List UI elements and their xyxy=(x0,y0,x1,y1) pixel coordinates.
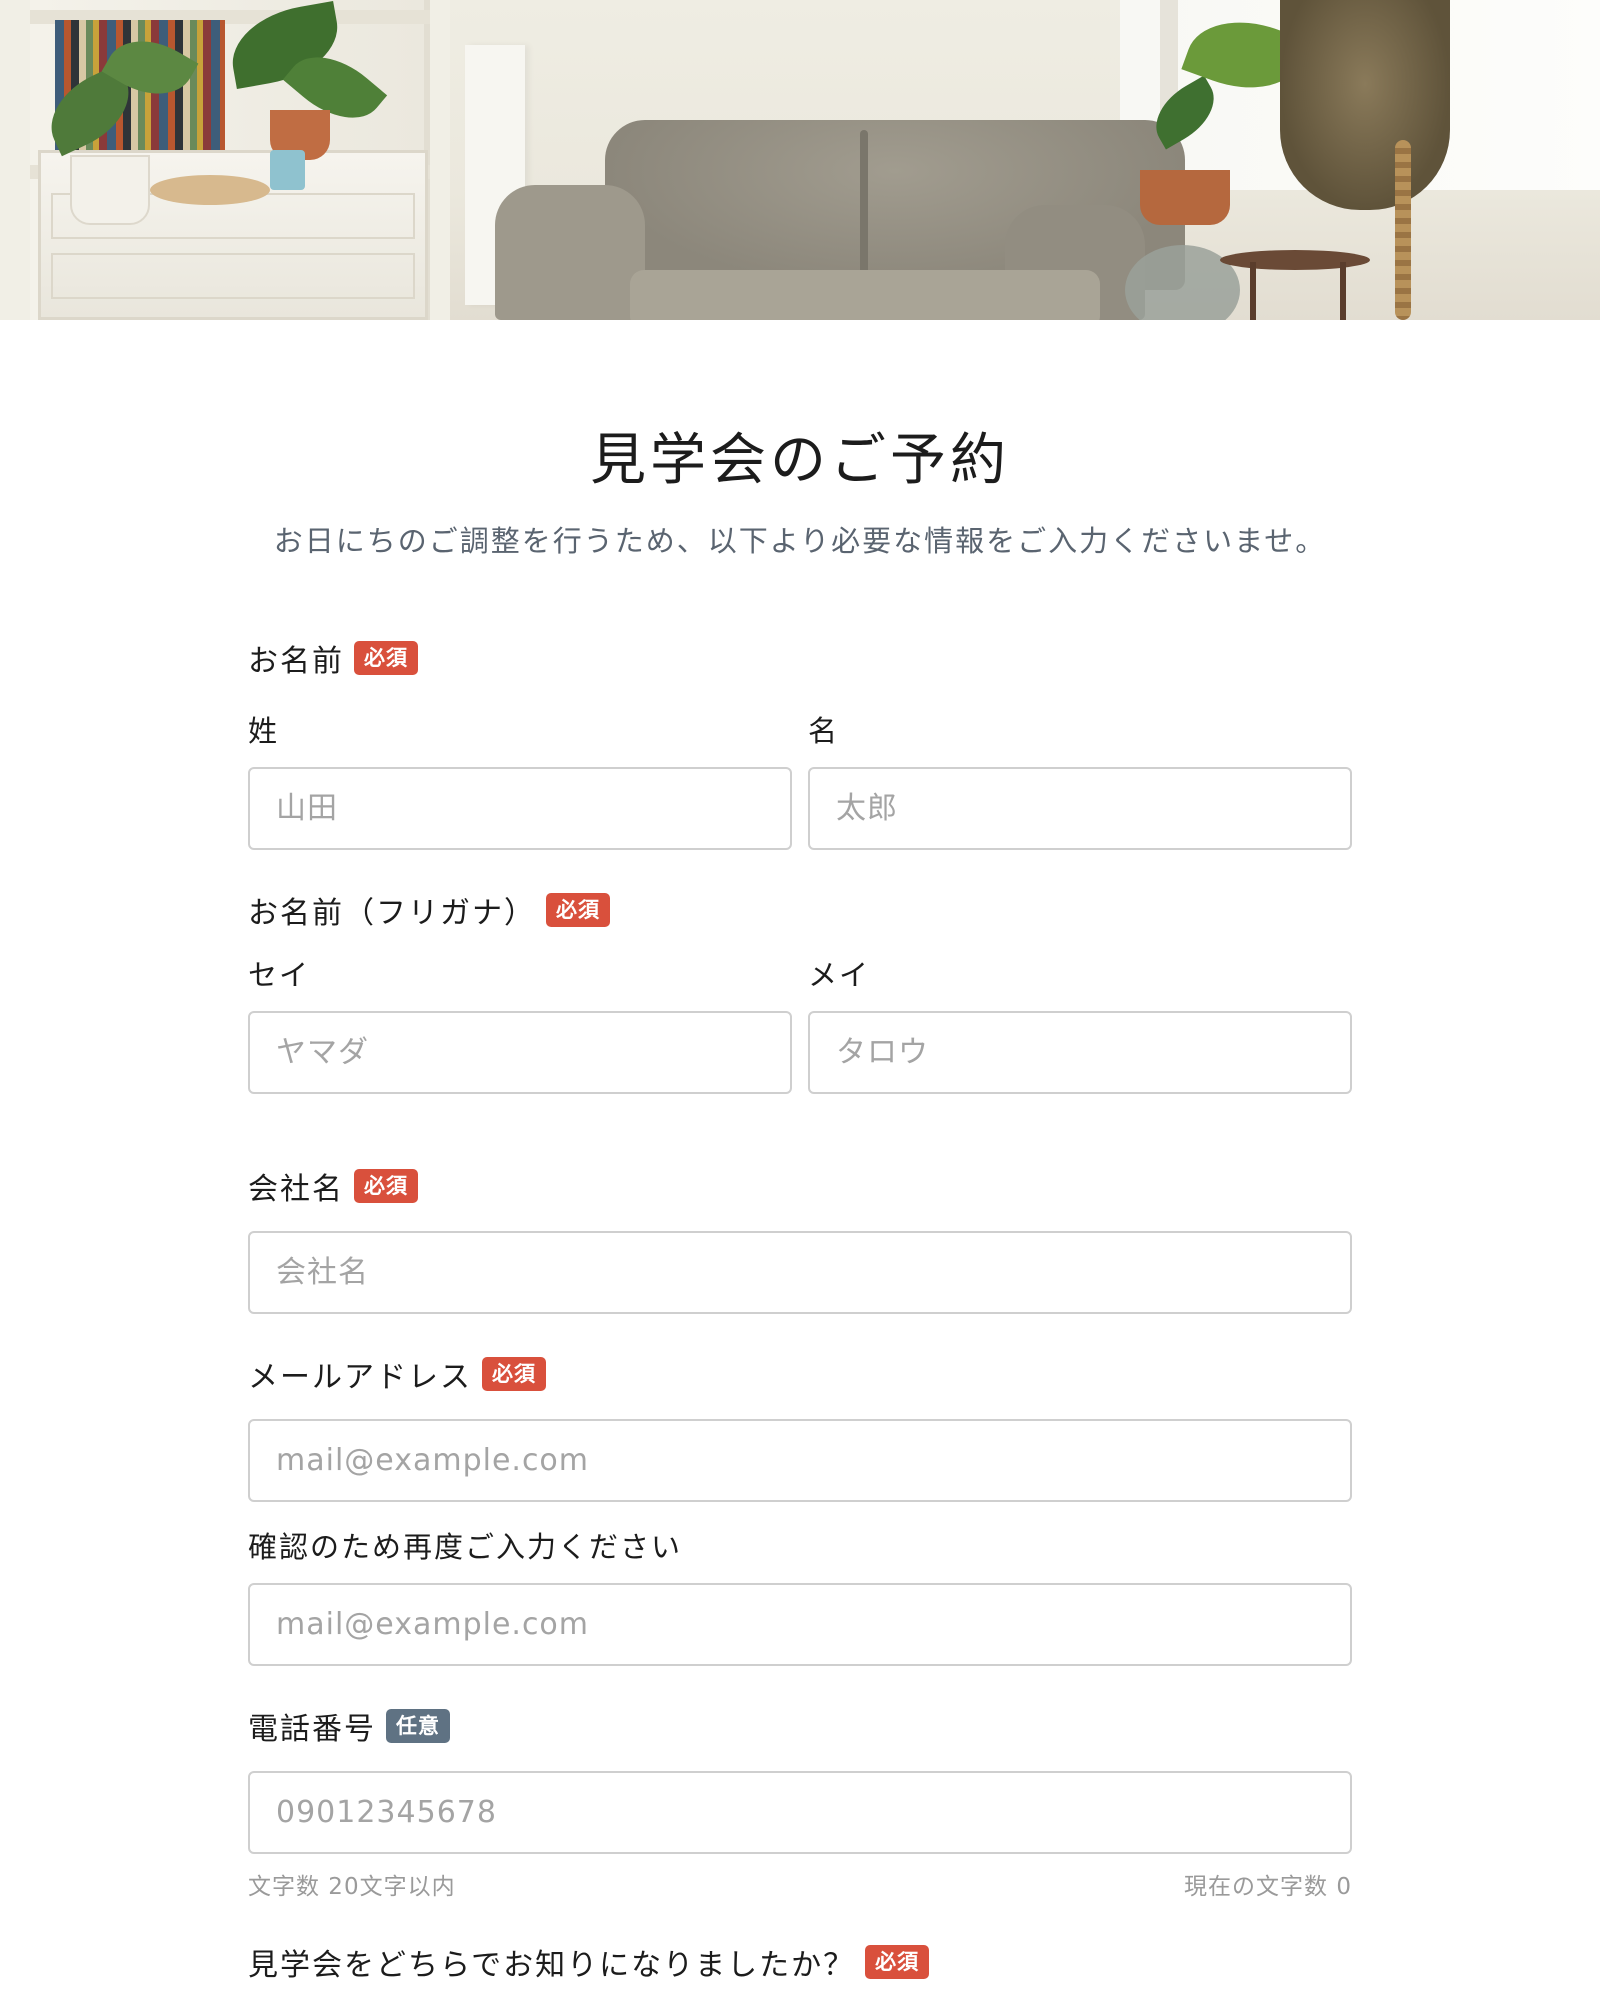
company-label-text: 会社名 xyxy=(248,1172,344,1207)
required-badge: 必須 xyxy=(546,893,610,927)
required-badge: 必須 xyxy=(354,1169,418,1203)
required-badge: 必須 xyxy=(865,1945,930,1979)
last-name-input[interactable] xyxy=(248,767,792,850)
kana-first-label: メイ xyxy=(808,958,871,992)
required-badge: 必須 xyxy=(354,641,418,675)
kana-first-input[interactable] xyxy=(808,1011,1352,1094)
hero-hanging-planter xyxy=(1280,0,1450,210)
company-label: 会社名 必須 xyxy=(248,1164,418,1208)
kana-label: お名前（フリガナ） 必須 xyxy=(248,888,610,932)
hero-rope xyxy=(1395,140,1411,320)
email-label: メールアドレス 必須 xyxy=(248,1352,546,1396)
hero-sofa-cushion xyxy=(630,270,1100,320)
required-badge: 必須 xyxy=(482,1357,546,1391)
name-label: お名前 必須 xyxy=(248,636,418,680)
phone-label-text: 電話番号 xyxy=(248,1712,376,1747)
kana-last-label: セイ xyxy=(248,958,311,992)
hero-cup xyxy=(270,150,305,190)
hero-sofa-arm xyxy=(495,185,645,320)
hero-bowl xyxy=(150,175,270,205)
hero-image xyxy=(0,0,1600,320)
email-confirm-input[interactable] xyxy=(248,1583,1352,1666)
hero-pot xyxy=(1140,170,1230,225)
kana-last-input[interactable] xyxy=(248,1011,792,1094)
source-label: 見学会をどちらでお知りになりましたか？ 必須 xyxy=(248,1940,930,1984)
last-name-label: 姓 xyxy=(248,714,280,748)
phone-label: 電話番号 任意 xyxy=(248,1704,450,1748)
name-label-text: お名前 xyxy=(248,644,344,679)
email-confirm-label: 確認のため再度ご入力ください xyxy=(248,1530,683,1564)
kana-label-text: お名前（フリガナ） xyxy=(248,896,536,931)
company-input[interactable] xyxy=(248,1231,1352,1314)
email-label-text: メールアドレス xyxy=(248,1360,472,1395)
source-label-text: 見学会をどちらでお知りになりましたか？ xyxy=(248,1948,856,1983)
page-title: 見学会のご予約 xyxy=(590,428,1010,493)
hero-side-table xyxy=(1220,250,1370,270)
email-input[interactable] xyxy=(248,1419,1352,1502)
phone-count-hint: 現在の文字数 0 xyxy=(1184,1874,1352,1900)
hero-pot xyxy=(70,155,150,225)
page-subtitle: お日にちのご調整を行うため、以下より必要な情報をご入力くださいませ。 xyxy=(273,524,1327,558)
phone-input[interactable] xyxy=(248,1771,1352,1854)
optional-badge: 任意 xyxy=(386,1709,450,1743)
phone-limit-hint: 文字数 20文字以内 xyxy=(248,1874,456,1900)
first-name-label: 名 xyxy=(808,714,840,748)
first-name-input[interactable] xyxy=(808,767,1352,850)
